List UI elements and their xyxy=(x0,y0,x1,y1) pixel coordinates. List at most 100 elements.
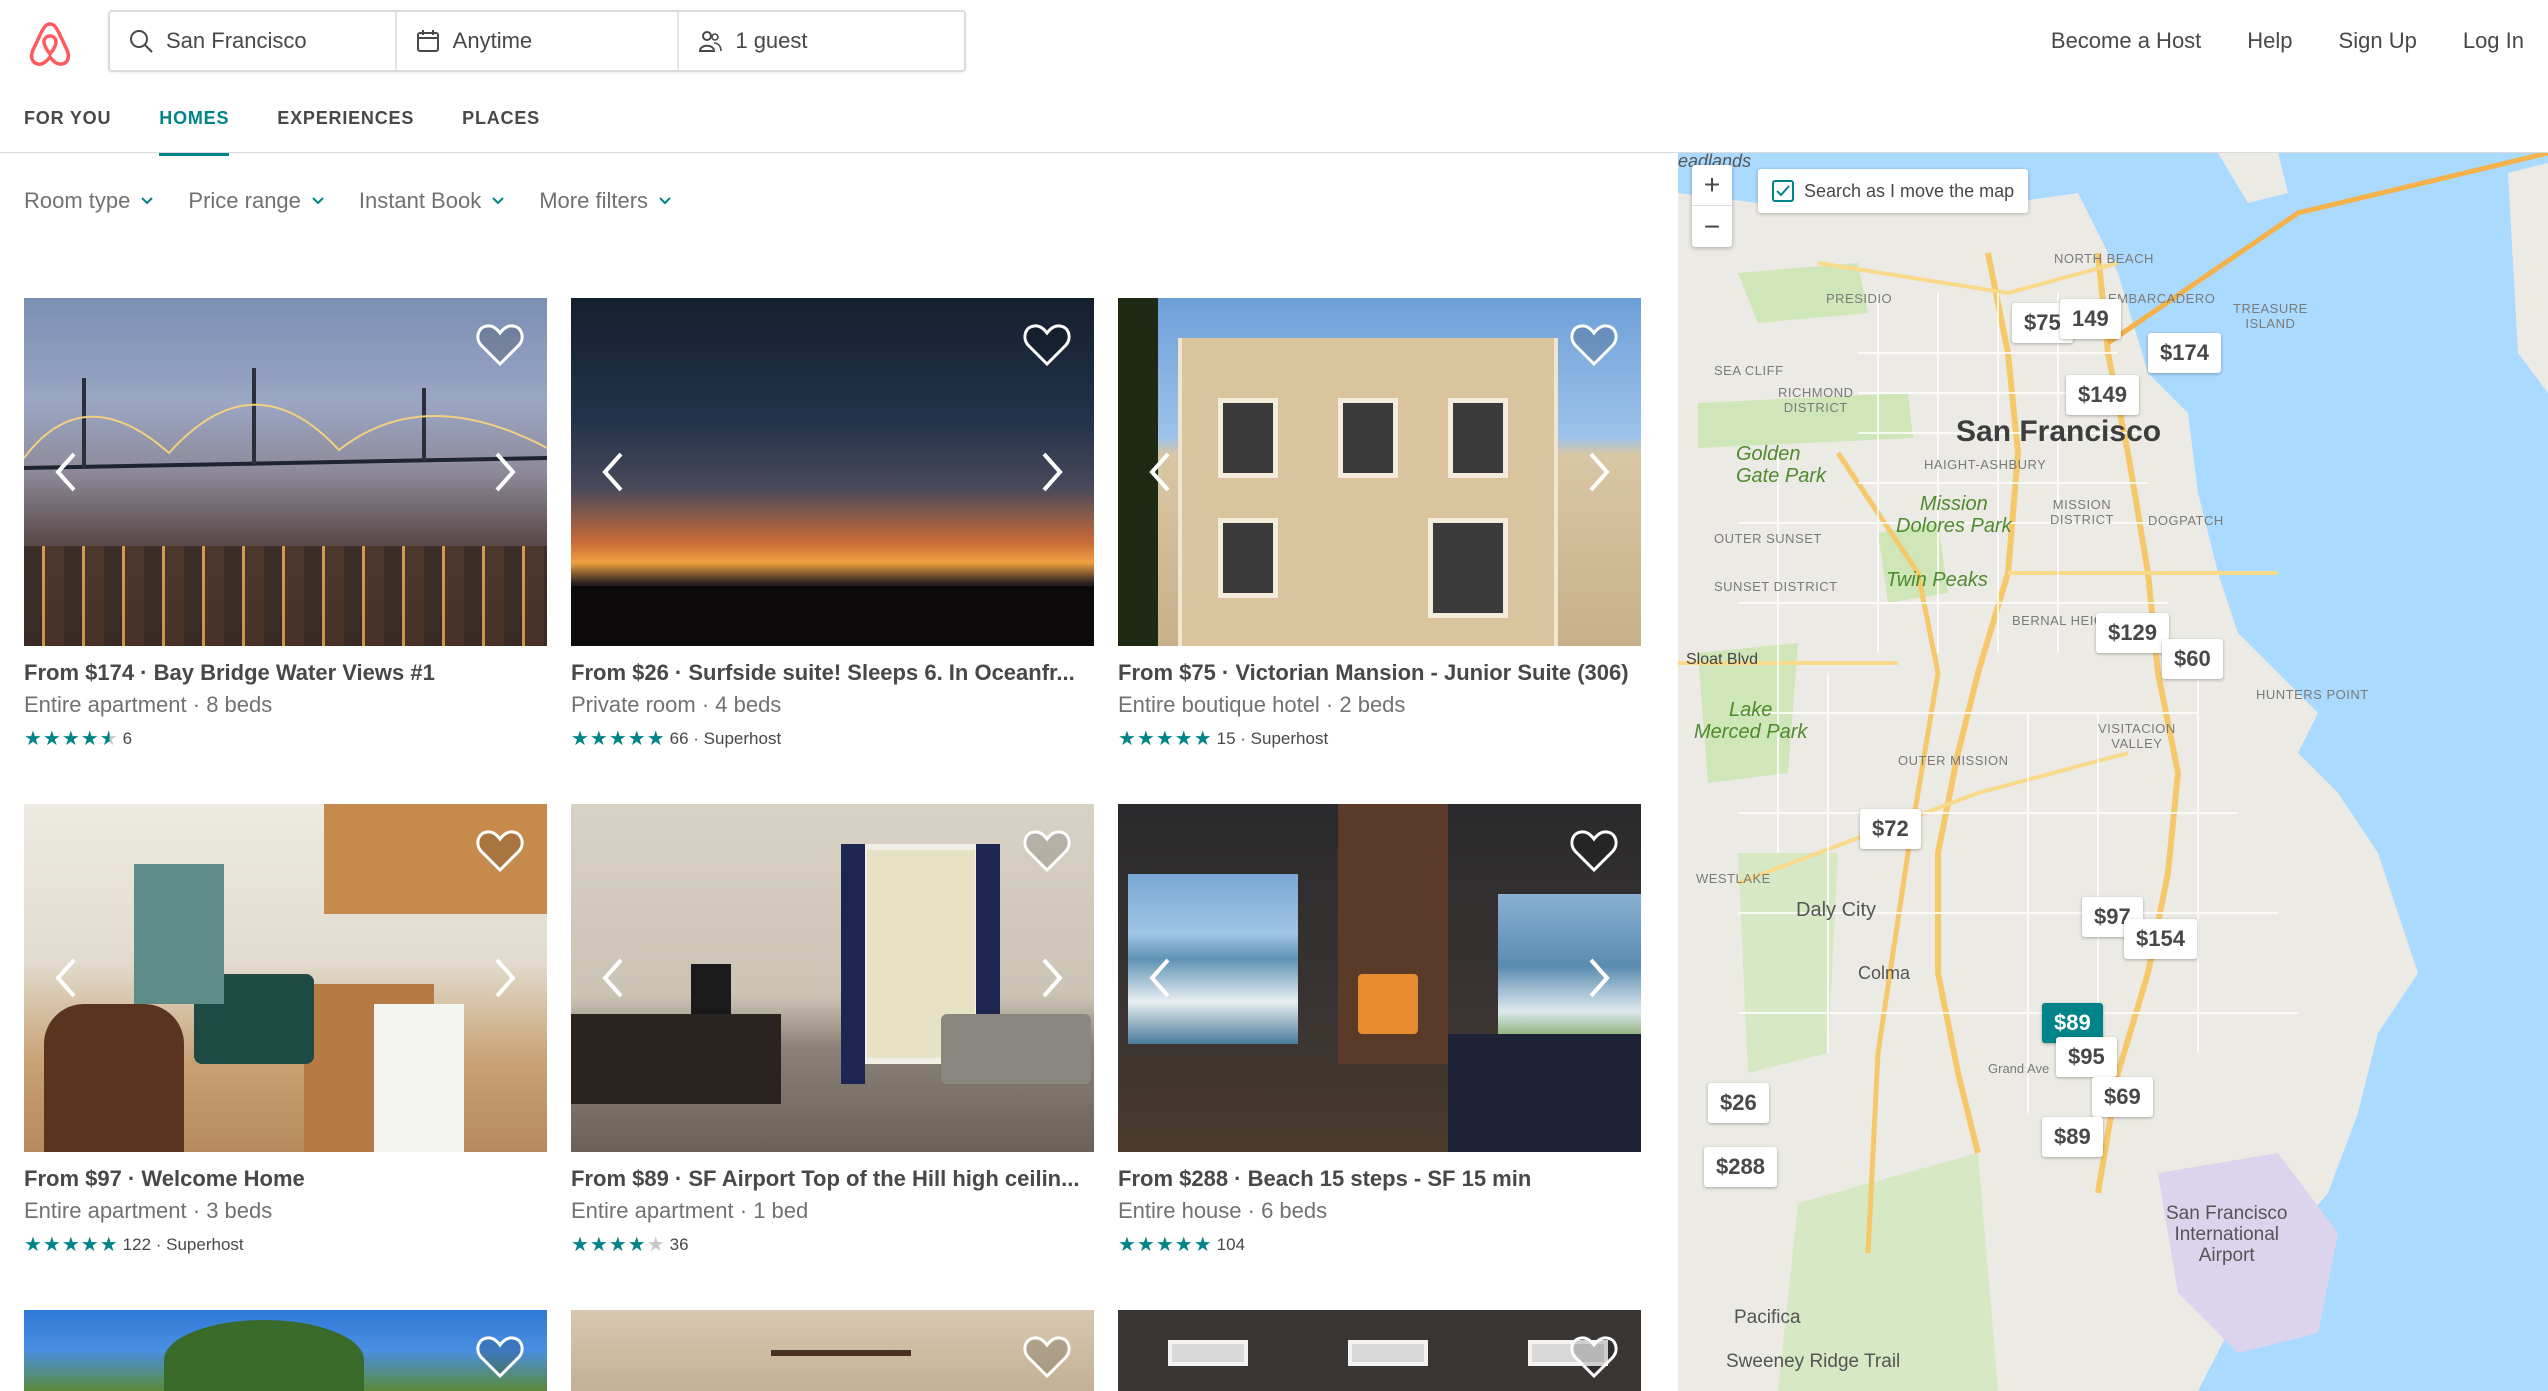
sign-up-link[interactable]: Sign Up xyxy=(2339,28,2417,54)
price-pin[interactable]: $129 xyxy=(2096,613,2169,653)
tab-experiences[interactable]: EXPERIENCES xyxy=(277,108,414,156)
more-filters-filter[interactable]: More filters xyxy=(539,188,672,214)
price-pin[interactable]: $72 xyxy=(1860,809,1921,849)
price-pin[interactable]: $60 xyxy=(2162,639,2223,679)
listing-subtitle: Private room · 4 beds xyxy=(571,692,782,717)
heart-icon[interactable] xyxy=(475,1334,525,1380)
chevron-left-icon[interactable] xyxy=(1146,450,1174,494)
category-tabs: FOR YOU HOMES EXPERIENCES PLACES xyxy=(24,108,540,156)
listing-photo[interactable] xyxy=(571,1310,1094,1391)
heart-icon[interactable] xyxy=(1569,1334,1619,1380)
listing-rating: ★★★★★ 36 xyxy=(571,1232,1094,1257)
log-in-link[interactable]: Log In xyxy=(2463,28,2524,54)
listing-rating: ★★★★★ 15 · Superhost xyxy=(1118,726,1641,751)
become-host-link[interactable]: Become a Host xyxy=(2051,28,2201,54)
map-label-outer-mission: OUTER MISSION xyxy=(1898,753,2009,768)
listing-card[interactable]: From $288 · Beach 15 steps - SF 15 min E… xyxy=(1118,804,1641,1257)
chevron-right-icon[interactable] xyxy=(491,956,519,1000)
chevron-left-icon[interactable] xyxy=(599,956,627,1000)
listing-photo[interactable] xyxy=(24,1310,547,1391)
listing-card[interactable]: From $75 · Victorian Mansion - Junior Su… xyxy=(1118,298,1641,751)
search-as-move-checkbox[interactable] xyxy=(1772,180,1794,202)
room-type-filter[interactable]: Room type xyxy=(24,188,154,214)
listing-title[interactable]: From $26 · Surfside suite! Sleeps 6. In … xyxy=(571,660,1094,686)
listing-title[interactable]: From $97 · Welcome Home xyxy=(24,1166,547,1192)
listing-title[interactable]: From $288 · Beach 15 steps - SF 15 min xyxy=(1118,1166,1641,1192)
chevron-left-icon[interactable] xyxy=(52,450,80,494)
heart-icon[interactable] xyxy=(1022,828,1072,874)
dates-input[interactable]: Anytime xyxy=(397,12,680,70)
heart-icon[interactable] xyxy=(475,322,525,368)
listing-subtitle: Entire apartment · 1 bed xyxy=(571,1198,809,1223)
price-pin[interactable]: $288 xyxy=(1704,1147,1777,1187)
map-panel[interactable]: eadlands TREASURE ISLAND San Francisco G… xyxy=(1678,153,2548,1391)
chevron-right-icon[interactable] xyxy=(1038,956,1066,1000)
listing-title[interactable]: From $75 · Victorian Mansion - Junior Su… xyxy=(1118,660,1641,686)
price-pin[interactable]: $174 xyxy=(2148,333,2221,373)
listing-title[interactable]: From $174 · Bay Bridge Water Views #1 xyxy=(24,660,547,686)
chevron-right-icon[interactable] xyxy=(491,450,519,494)
guests-input[interactable]: 1 guest xyxy=(679,12,964,70)
price-pin[interactable]: $95 xyxy=(2056,1037,2117,1077)
star-rating: ★★★★★ xyxy=(24,1234,119,1256)
map-label-sloat: Sloat Blvd xyxy=(1686,651,1759,668)
chevron-down-icon xyxy=(492,197,504,205)
zoom-in-button[interactable]: + xyxy=(1692,165,1732,206)
search-icon xyxy=(130,30,153,53)
search-as-move-toggle[interactable]: Search as I move the map xyxy=(1758,169,2029,213)
airbnb-logo-icon[interactable] xyxy=(24,18,76,70)
listing-photo[interactable] xyxy=(24,804,547,1152)
filter-label: Price range xyxy=(188,188,301,213)
listing-photo[interactable] xyxy=(1118,298,1641,646)
tab-for-you[interactable]: FOR YOU xyxy=(24,108,111,156)
heart-icon[interactable] xyxy=(1569,322,1619,368)
chevron-right-icon[interactable] xyxy=(1585,450,1613,494)
listing-photo[interactable] xyxy=(571,804,1094,1152)
map-label-lake-merced: Lake Merced Park xyxy=(1694,699,1808,743)
listing-card[interactable] xyxy=(1118,1310,1641,1391)
tab-places[interactable]: PLACES xyxy=(462,108,540,156)
price-pin[interactable]: $26 xyxy=(1708,1083,1769,1123)
listing-photo[interactable] xyxy=(1118,804,1641,1152)
listing-title[interactable]: From $89 · SF Airport Top of the Hill hi… xyxy=(571,1166,1094,1192)
price-pin[interactable]: $89 xyxy=(2042,1117,2103,1157)
price-pin[interactable]: $149 xyxy=(2066,375,2139,415)
listing-card[interactable]: From $26 · Surfside suite! Sleeps 6. In … xyxy=(571,298,1094,751)
price-pin[interactable]: $154 xyxy=(2124,919,2197,959)
price-pin[interactable]: $69 xyxy=(2092,1077,2153,1117)
tab-homes[interactable]: HOMES xyxy=(159,108,230,156)
listing-card[interactable] xyxy=(24,1310,547,1391)
filter-label: Instant Book xyxy=(358,188,482,213)
listing-card[interactable] xyxy=(571,1310,1094,1391)
listing-photo[interactable] xyxy=(1118,1310,1641,1391)
location-input[interactable]: San Francisco xyxy=(110,12,397,70)
review-count: 122 · Superhost xyxy=(122,1234,244,1254)
heart-icon[interactable] xyxy=(1022,322,1072,368)
chevron-left-icon[interactable] xyxy=(52,956,80,1000)
listing-photo[interactable] xyxy=(571,298,1094,646)
zoom-out-button[interactable]: − xyxy=(1692,206,1732,247)
listing-photo[interactable] xyxy=(24,298,547,646)
heart-icon[interactable] xyxy=(1022,1334,1072,1380)
review-count: 15 · Superhost xyxy=(1216,728,1329,748)
filter-label: More filters xyxy=(539,188,649,213)
listing-card[interactable]: From $97 · Welcome Home Entire apartment… xyxy=(24,804,547,1257)
help-link[interactable]: Help xyxy=(2247,28,2292,54)
chevron-left-icon[interactable] xyxy=(599,450,627,494)
calendar-icon xyxy=(416,30,439,52)
price-pin[interactable]: 149 xyxy=(2060,299,2121,339)
heart-icon[interactable] xyxy=(1569,828,1619,874)
chevron-right-icon[interactable] xyxy=(1585,956,1613,1000)
chevron-left-icon[interactable] xyxy=(1146,956,1174,1000)
map-label-north-beach: NORTH BEACH xyxy=(2054,251,2154,266)
heart-icon[interactable] xyxy=(475,828,525,874)
listing-card[interactable]: From $174 · Bay Bridge Water Views #1 En… xyxy=(24,298,547,751)
star-rating: ★★★★★ xyxy=(24,728,119,750)
review-count: 104 xyxy=(1216,1234,1246,1254)
listing-card[interactable]: From $89 · SF Airport Top of the Hill hi… xyxy=(571,804,1094,1257)
chevron-right-icon[interactable] xyxy=(1038,450,1066,494)
price-range-filter[interactable]: Price range xyxy=(188,188,325,214)
instant-book-filter[interactable]: Instant Book xyxy=(359,188,505,214)
star-rating: ★★★★★ xyxy=(1118,1234,1213,1256)
map-label-westlake: WESTLAKE xyxy=(1696,871,1771,886)
